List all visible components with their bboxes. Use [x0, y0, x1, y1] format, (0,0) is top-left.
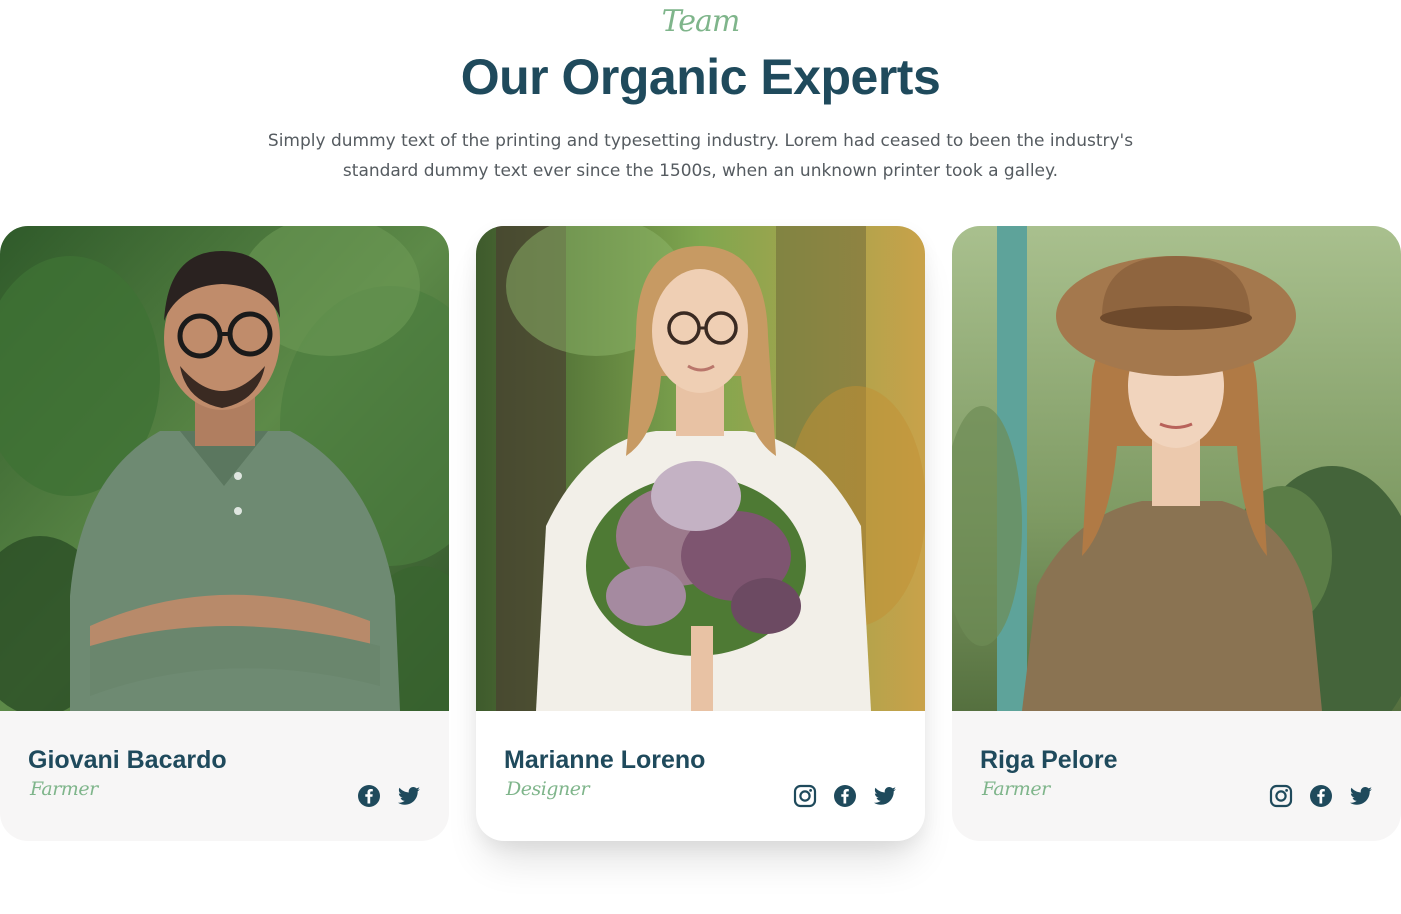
social-links [1269, 784, 1373, 808]
twitter-icon[interactable] [1349, 784, 1373, 808]
team-member-role: Farmer [30, 778, 98, 800]
team-member-role: Designer [506, 778, 590, 800]
facebook-icon[interactable] [833, 784, 857, 808]
section-title: Our Organic Experts [460, 49, 941, 105]
instagram-icon[interactable] [793, 784, 817, 808]
social-links [793, 784, 897, 808]
team-card-marianne[interactable]: Marianne Loreno Designer [476, 226, 925, 841]
team-card-giovani[interactable]: Giovani Bacardo Farmer [0, 226, 449, 841]
team-member-role: Farmer [982, 778, 1050, 800]
team-member-photo [0, 226, 449, 711]
social-links [357, 784, 421, 808]
section-eyebrow: Team [661, 4, 741, 39]
twitter-icon[interactable] [873, 784, 897, 808]
team-member-photo [952, 226, 1401, 711]
team-card-riga[interactable]: Riga Pelore Farmer [952, 226, 1401, 841]
team-member-name: Riga Pelore [980, 746, 1118, 774]
facebook-icon[interactable] [357, 784, 381, 808]
facebook-icon[interactable] [1309, 784, 1333, 808]
instagram-icon[interactable] [1269, 784, 1293, 808]
twitter-icon[interactable] [397, 784, 421, 808]
team-member-name: Marianne Loreno [504, 746, 706, 774]
section-intro: Simply dummy text of the printing and ty… [267, 131, 1134, 181]
team-member-name: Giovani Bacardo [28, 746, 227, 774]
team-member-photo [476, 226, 925, 711]
